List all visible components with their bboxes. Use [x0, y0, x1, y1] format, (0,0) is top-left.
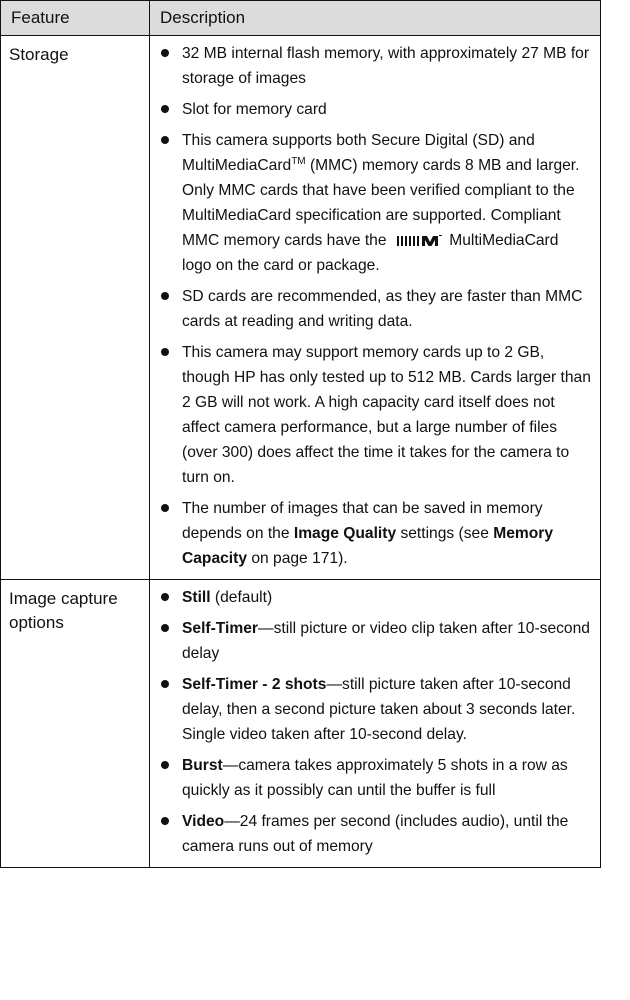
bullet-icon: [161, 136, 169, 144]
description-column-header: Description: [149, 0, 601, 36]
bullet-icon: [161, 680, 169, 688]
table-row: Image capture options Still (default) Se…: [0, 579, 601, 868]
storage-item-internal-memory: 32 MB internal flash memory, with approx…: [182, 45, 590, 87]
burst-description: —camera takes approximately 5 shots in a…: [182, 757, 568, 799]
list-item: Burst—camera takes approximately 5 shots…: [156, 753, 592, 803]
list-item: Slot for memory card: [156, 97, 592, 122]
video-description: —24 frames per second (includes audio), …: [182, 813, 569, 855]
storage-bullet-list: 32 MB internal flash memory, with approx…: [156, 41, 592, 571]
storage-quality-text-3: on page 171).: [247, 550, 348, 567]
list-item: The number of images that can be saved i…: [156, 496, 592, 571]
still-term: Still: [182, 589, 211, 606]
image-quality-term: Image Quality: [293, 525, 397, 542]
storage-item-sd-recommended: SD cards are recommended, as they are fa…: [182, 288, 583, 330]
trademark-superscript: TM: [291, 155, 306, 167]
bullet-icon: [161, 504, 169, 512]
bullet-icon: [161, 348, 169, 356]
list-item: Still (default): [156, 585, 592, 610]
feature-name-storage: Storage: [0, 35, 150, 580]
list-item: This camera may support memory cards up …: [156, 340, 592, 490]
list-item: Video—24 frames per second (includes aud…: [156, 809, 592, 859]
bullet-icon: [161, 761, 169, 769]
multimediacard-logo-icon: [396, 234, 442, 246]
capture-bullet-list: Still (default) Self-Timer—still picture…: [156, 585, 592, 859]
bullet-icon: [161, 593, 169, 601]
feature-name-image-capture: Image capture options: [0, 579, 150, 868]
storage-quality-text-2: settings (see: [396, 525, 494, 542]
bullet-icon: [161, 817, 169, 825]
bullet-icon: [161, 105, 169, 113]
table-row: Storage 32 MB internal flash memory, wit…: [0, 35, 601, 580]
storage-item-card-slot: Slot for memory card: [182, 101, 327, 118]
bullet-icon: [161, 292, 169, 300]
list-item: This camera supports both Secure Digital…: [156, 128, 592, 278]
description-image-capture: Still (default) Self-Timer—still picture…: [149, 579, 601, 868]
description-storage: 32 MB internal flash memory, with approx…: [149, 35, 601, 580]
storage-item-capacity-limits: This camera may support memory cards up …: [182, 344, 591, 486]
video-term: Video: [182, 813, 225, 830]
burst-term: Burst: [182, 757, 223, 774]
still-description: (default): [210, 589, 273, 606]
list-item: Self-Timer - 2 shots—still picture taken…: [156, 672, 592, 747]
self-timer-2-shots-video-note: Single video taken after 10-second delay…: [182, 726, 467, 743]
bullet-icon: [161, 624, 169, 632]
list-item: 32 MB internal flash memory, with approx…: [156, 41, 592, 91]
list-item: Self-Timer—still picture or video clip t…: [156, 616, 592, 666]
feature-table: Feature Description Storage 32 MB intern…: [0, 0, 601, 868]
bullet-icon: [161, 49, 169, 57]
self-timer-2-shots-term: Self-Timer - 2 shots: [182, 676, 327, 693]
table-header-row: Feature Description: [0, 0, 601, 36]
self-timer-term: Self-Timer: [182, 620, 258, 637]
feature-column-header: Feature: [0, 0, 150, 36]
list-item: SD cards are recommended, as they are fa…: [156, 284, 592, 334]
